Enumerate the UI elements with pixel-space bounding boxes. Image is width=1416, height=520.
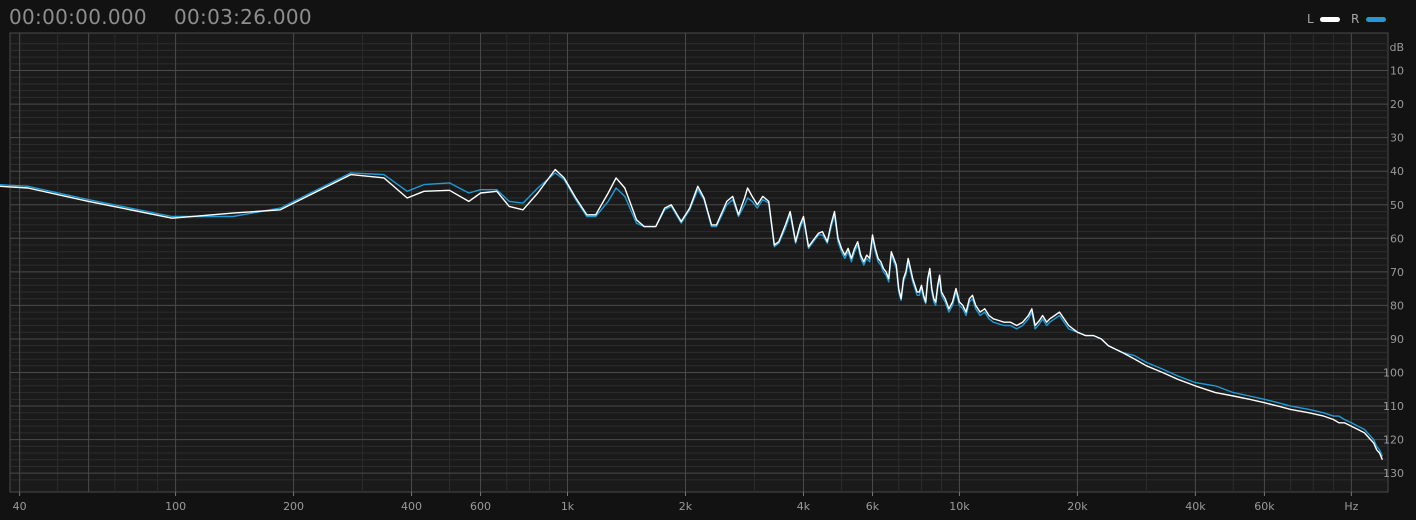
y-tick-label: 100 [1383, 367, 1404, 380]
y-tick-label: 50 [1390, 199, 1404, 212]
x-tick-label: 200 [283, 500, 304, 513]
x-tick-label: 60k [1254, 500, 1275, 513]
y-tick-label: 10 [1390, 65, 1404, 78]
y-tick-label: 20 [1390, 98, 1404, 111]
plot-area[interactable] [9, 32, 1389, 493]
x-tick-label: 40 [13, 500, 27, 513]
x-tick-label: 100 [165, 500, 186, 513]
y-tick-label: 110 [1383, 400, 1404, 413]
y-tick-label: 90 [1390, 333, 1404, 346]
x-tick-label: 6k [866, 500, 880, 513]
y-tick-label: 70 [1390, 266, 1404, 279]
y-tick-label: 80 [1390, 299, 1404, 312]
spectrum-chart[interactable]: 40 100 200 400 600 1k 2k 4k 6k 10k 20k 40k 60k Hz dB 1… [0, 0, 1416, 520]
y-tick-label: 30 [1390, 132, 1404, 145]
y-tick-label: 130 [1383, 467, 1404, 480]
x-tick-label: 400 [401, 500, 422, 513]
y-tick-label: 120 [1383, 434, 1404, 447]
x-tick-label: 10k [949, 500, 970, 513]
y-tick-label: 40 [1390, 165, 1404, 178]
x-tick-label: 600 [470, 500, 491, 513]
x-tick-label: Hz [1344, 500, 1358, 513]
y-tick-label: dB [1389, 41, 1404, 54]
x-tick-label: 1k [561, 500, 575, 513]
x-tick-label: 40k [1185, 500, 1206, 513]
y-tick-label: 60 [1390, 232, 1404, 245]
x-tick-label: 2k [679, 500, 693, 513]
x-tick-label: 20k [1067, 500, 1088, 513]
x-axis-labels: 40 100 200 400 600 1k 2k 4k 6k 10k 20k 40k 60k Hz [13, 500, 1359, 513]
x-tick-label: 4k [797, 500, 811, 513]
